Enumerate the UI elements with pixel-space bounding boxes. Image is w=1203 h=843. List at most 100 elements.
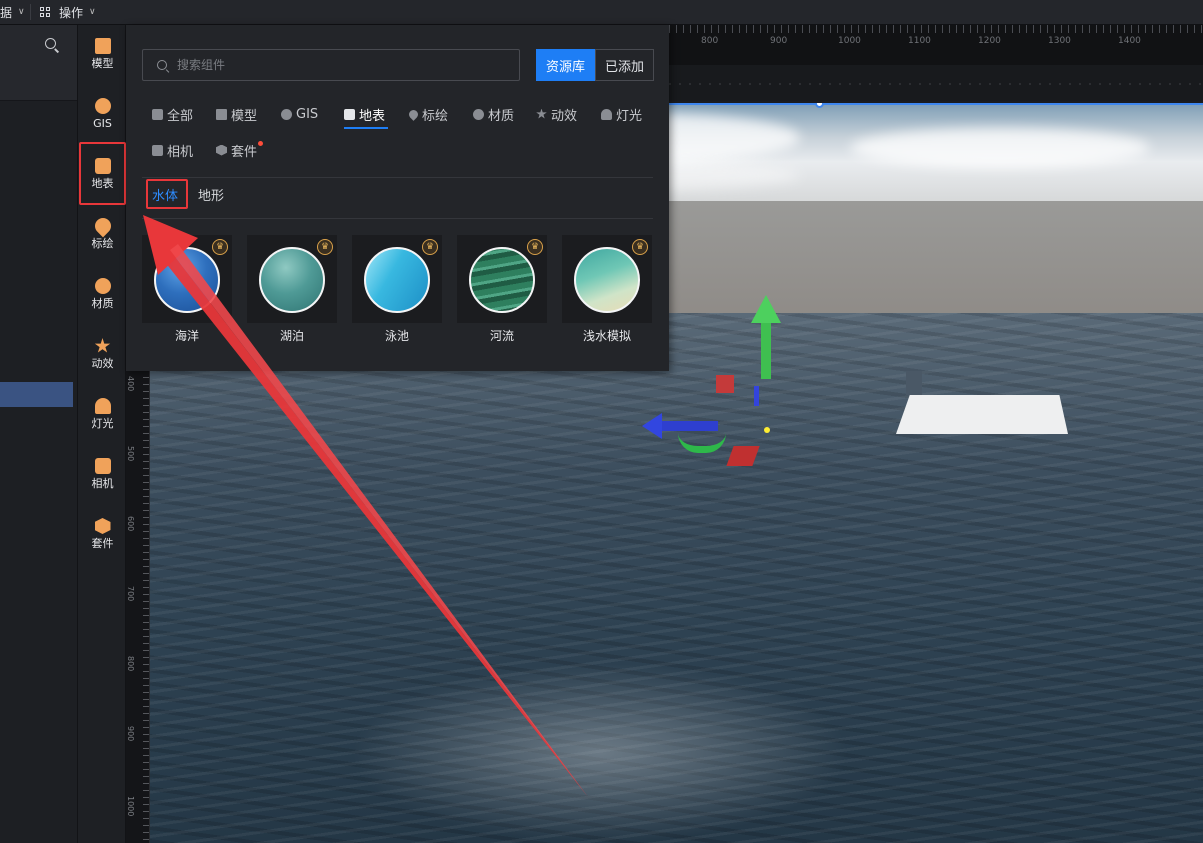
- ruler-label: 600: [126, 516, 135, 532]
- search-input[interactable]: [177, 50, 507, 80]
- tab-kit[interactable]: 套件: [216, 136, 257, 164]
- tab-label: 材质: [488, 108, 515, 124]
- ruler-label: 900: [770, 36, 788, 46]
- effect-icon: [536, 108, 547, 119]
- active-tab-underline: [344, 127, 388, 129]
- ruler-label: 700: [126, 586, 135, 602]
- crown-icon: ♛: [632, 239, 648, 255]
- gizmo-pivot[interactable]: [764, 427, 770, 433]
- rail-item-effect[interactable]: 动效: [78, 333, 127, 385]
- card-label: 泳池: [384, 329, 409, 343]
- gizmo-z-handle[interactable]: [754, 386, 759, 406]
- rail-item-label: 动效: [91, 357, 114, 370]
- tab-label: GIS: [296, 106, 319, 122]
- rail-item-label: 标绘: [91, 237, 114, 250]
- subtab-terrain[interactable]: 地形: [198, 182, 224, 206]
- pool-thumbnail: [364, 247, 430, 313]
- gizmo-y-axis[interactable]: [761, 321, 771, 379]
- ruler-label: 500: [126, 446, 135, 462]
- rail-item-material[interactable]: 材质: [78, 273, 127, 325]
- rail-item-camera[interactable]: 相机: [78, 453, 127, 505]
- rail-item-kit[interactable]: 套件: [78, 513, 127, 565]
- tab-label: 相机: [167, 144, 194, 160]
- library-tab-button[interactable]: 资源库: [536, 49, 595, 81]
- gis-icon: [281, 108, 292, 120]
- tab-label: 套件: [231, 144, 258, 160]
- gizmo-y-arrowhead[interactable]: [751, 295, 781, 323]
- rail-item-light[interactable]: 灯光: [78, 393, 127, 445]
- rail-item-model[interactable]: 模型: [78, 33, 127, 85]
- resource-card-shallow-water[interactable]: ♛ 浅水模拟: [562, 235, 652, 350]
- lake-thumbnail: [259, 247, 325, 313]
- card-thumbnail-frame: ♛: [142, 235, 232, 323]
- model-icon: [216, 108, 227, 120]
- tab-light[interactable]: 灯光: [601, 100, 642, 128]
- rail-item-label: 灯光: [91, 417, 114, 430]
- component-icon-rail: 模型 GIS 地表 标绘 材质 动效 灯光 相机 套件: [77, 25, 126, 843]
- light-icon: [601, 108, 612, 120]
- tab-camera[interactable]: 相机: [152, 136, 193, 164]
- kit-icon: [216, 144, 227, 156]
- card-label: 河流: [489, 329, 514, 343]
- added-tab-button[interactable]: 已添加: [595, 49, 654, 81]
- tab-gis[interactable]: GIS: [281, 100, 318, 128]
- ruler-label: 1300: [1048, 36, 1071, 46]
- divider: [142, 177, 653, 178]
- light-icon: [94, 398, 111, 414]
- river-thumbnail: [469, 247, 535, 313]
- ocean-thumbnail: [154, 247, 220, 313]
- ruler-guide-strip: [669, 65, 1203, 101]
- tab-label: 模型: [231, 108, 258, 124]
- rail-item-gis[interactable]: GIS: [78, 93, 127, 145]
- tab-effect[interactable]: 动效: [536, 100, 577, 128]
- tab-model[interactable]: 模型: [216, 100, 257, 128]
- resource-card-lake[interactable]: ♛ 湖泊: [247, 235, 337, 350]
- surface-icon: [344, 108, 355, 120]
- resource-card-ocean[interactable]: ♛ 海洋: [142, 235, 232, 350]
- new-badge-dot: [258, 141, 263, 146]
- camera-icon: [152, 144, 163, 156]
- rail-item-label: 相机: [91, 477, 114, 490]
- boat-object[interactable]: [906, 371, 922, 395]
- crown-icon: ♛: [317, 239, 333, 255]
- grid-icon: [40, 6, 51, 18]
- tab-all[interactable]: 全部: [152, 100, 193, 128]
- ruler-label: 400: [126, 376, 135, 392]
- tab-label: 地表: [359, 108, 386, 124]
- data-menu-label: 据: [0, 5, 13, 20]
- material-icon: [94, 278, 111, 294]
- selected-layer-row[interactable]: [0, 382, 73, 407]
- tab-marker[interactable]: 标绘: [407, 100, 449, 128]
- operations-menu-label: 操作: [59, 5, 84, 20]
- operations-menu[interactable]: 操作 ∨: [40, 0, 96, 24]
- divider: [142, 218, 653, 219]
- camera-icon: [94, 458, 111, 474]
- card-thumbnail-frame: ♛: [352, 235, 442, 323]
- resource-card-pool[interactable]: ♛ 泳池: [352, 235, 442, 350]
- rail-item-label: 套件: [91, 537, 114, 550]
- card-thumbnail-frame: ♛: [247, 235, 337, 323]
- gis-icon: [94, 98, 111, 114]
- gizmo-x-axis[interactable]: [658, 421, 718, 431]
- gizmo-x-arrowhead[interactable]: [642, 413, 662, 439]
- crown-icon: ♛: [527, 239, 543, 255]
- search-field[interactable]: [142, 49, 520, 81]
- tab-label: 灯光: [616, 108, 643, 124]
- card-label: 海洋: [174, 329, 199, 343]
- rail-item-marker[interactable]: 标绘: [78, 213, 127, 265]
- tab-label: 标绘: [422, 108, 449, 124]
- crown-icon: ♛: [212, 239, 228, 255]
- gizmo-scale-handle[interactable]: [716, 375, 734, 393]
- tab-label: 全部: [167, 108, 194, 124]
- annotation-highlight-box: [146, 179, 188, 209]
- plane-object[interactable]: [896, 395, 1068, 434]
- data-menu[interactable]: 据 ∨: [0, 0, 25, 24]
- kit-icon: [94, 518, 111, 534]
- resource-card-river[interactable]: ♛ 河流: [457, 235, 547, 350]
- tab-material[interactable]: 材质: [473, 100, 514, 128]
- search-icon[interactable]: [44, 37, 60, 53]
- ruler-label: 900: [126, 726, 135, 742]
- tab-surface[interactable]: 地表: [344, 100, 385, 128]
- crown-icon: ♛: [422, 239, 438, 255]
- rail-item-label: GIS: [93, 117, 112, 130]
